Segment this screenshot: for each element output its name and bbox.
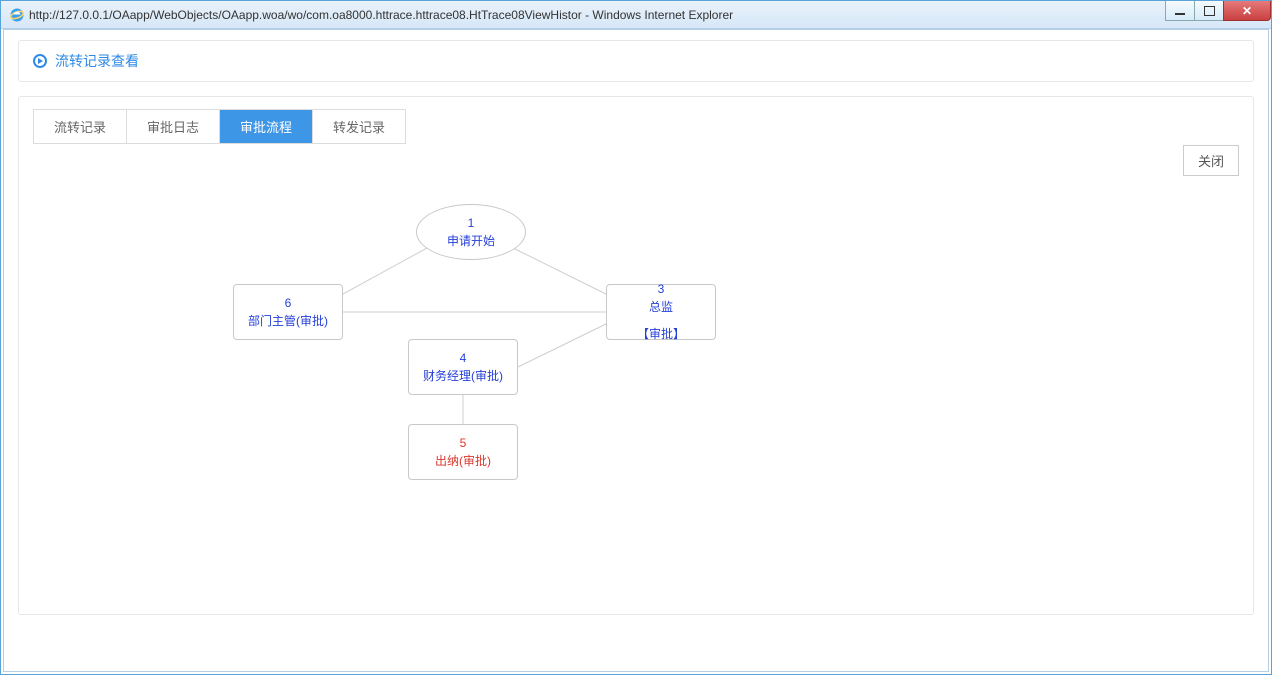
node-number: 1 — [468, 216, 475, 230]
node-number: 6 — [285, 296, 292, 310]
tabs-panel: 流转记录审批日志审批流程转发记录 关闭 1申请开始6部门主管(审批)3总监【审批… — [18, 96, 1254, 615]
node-number: 4 — [460, 351, 467, 365]
panel-header: 流转记录查看 — [18, 40, 1254, 82]
panel-heading-text: 流转记录查看 — [55, 51, 139, 71]
titlebar[interactable]: http://127.0.0.1/OAapp/WebObjects/OAapp.… — [1, 1, 1271, 29]
node-label: 总监 — [649, 298, 673, 315]
tab-3[interactable]: 转发记录 — [313, 110, 405, 143]
edge-1-6 — [343, 248, 427, 294]
edge-3-4 — [518, 324, 606, 367]
titlebar-text: http://127.0.0.1/OAapp/WebObjects/OAapp.… — [29, 8, 1267, 22]
node-label: 部门主管(审批) — [248, 312, 328, 329]
flow-node-3[interactable]: 3 总监【审批】 — [606, 284, 716, 340]
minimize-button[interactable] — [1165, 1, 1195, 21]
tab-0[interactable]: 流转记录 — [34, 110, 127, 143]
node-label: 财务经理(审批) — [423, 367, 503, 384]
ie-icon — [9, 7, 25, 23]
node-number: 5 — [460, 436, 467, 450]
flow-node-1[interactable]: 1 申请开始 — [416, 204, 526, 260]
viewport: 流转记录查看 流转记录审批日志审批流程转发记录 关闭 1申请开始6部门主管(审批… — [3, 29, 1269, 672]
flow-edges — [33, 164, 1239, 594]
tabs: 流转记录审批日志审批流程转发记录 — [33, 109, 406, 144]
flow-node-6[interactable]: 6 部门主管(审批) — [233, 284, 343, 340]
flow-canvas: 1 申请开始 6 部门主管(审批) 3 总监【审批】 4 财务经理(审批) 5 出纳(审批) — [33, 164, 1239, 594]
window-close-button[interactable] — [1223, 1, 1271, 21]
play-icon — [33, 54, 47, 68]
node-label: 申请开始 — [447, 232, 495, 249]
flow-node-5[interactable]: 5 出纳(审批) — [408, 424, 518, 480]
tab-2[interactable]: 审批流程 — [220, 110, 313, 143]
window-controls — [1166, 1, 1271, 21]
maximize-button[interactable] — [1194, 1, 1224, 21]
tab-1[interactable]: 审批日志 — [127, 110, 220, 143]
node-number: 3 — [658, 282, 665, 296]
node-extra: 【审批】 — [637, 325, 685, 342]
window-frame: http://127.0.0.1/OAapp/WebObjects/OAapp.… — [0, 0, 1272, 675]
flow-node-4[interactable]: 4 财务经理(审批) — [408, 339, 518, 395]
edge-1-3 — [513, 248, 606, 294]
node-label: 出纳(审批) — [435, 452, 491, 469]
